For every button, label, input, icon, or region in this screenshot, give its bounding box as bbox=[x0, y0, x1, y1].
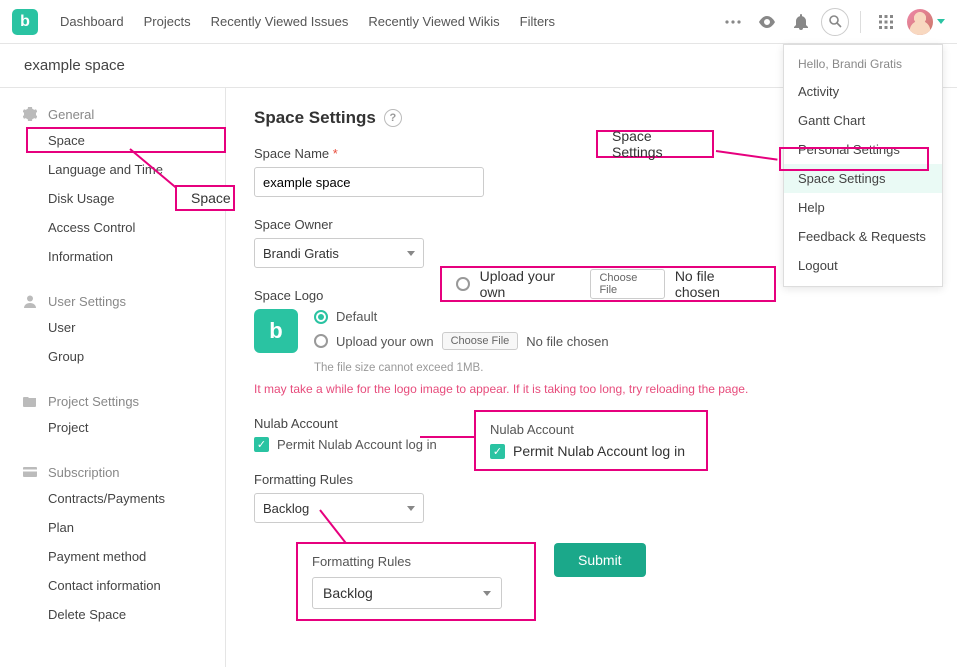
nav-recent-wikis[interactable]: Recently Viewed Wikis bbox=[358, 14, 509, 29]
nulab-checkbox[interactable]: ✓ bbox=[254, 437, 269, 452]
formatting-select[interactable]: Backlog bbox=[254, 493, 424, 523]
sidebar-item-language[interactable]: Language and Time bbox=[0, 155, 225, 184]
sidebar-item-contact[interactable]: Contact information bbox=[0, 571, 225, 600]
space-owner-select[interactable]: Brandi Gratis bbox=[254, 238, 424, 268]
side-group-project: Project Settings bbox=[0, 389, 225, 413]
bell-icon[interactable] bbox=[787, 8, 815, 36]
help-icon[interactable]: ? bbox=[384, 109, 402, 127]
radio-upload[interactable] bbox=[314, 334, 328, 348]
side-group-general: General bbox=[0, 102, 225, 126]
sidebar-item-plan[interactable]: Plan bbox=[0, 513, 225, 542]
no-file-label: No file chosen bbox=[526, 334, 608, 349]
choose-file-button[interactable]: Choose File bbox=[442, 332, 519, 350]
callout-nulab: Nulab Account ✓ Permit Nulab Account log… bbox=[474, 410, 708, 471]
formatting-label: Formatting Rules bbox=[254, 472, 929, 487]
user-icon bbox=[22, 293, 38, 309]
side-group-user: User Settings bbox=[0, 289, 225, 313]
more-icon[interactable] bbox=[719, 8, 747, 36]
card-icon bbox=[22, 464, 38, 480]
sidebar-item-payment[interactable]: Payment method bbox=[0, 542, 225, 571]
sidebar-item-disk[interactable]: Disk Usage bbox=[0, 184, 225, 213]
user-menu: Hello, Brandi Gratis Activity Gantt Char… bbox=[783, 44, 943, 287]
menu-activity[interactable]: Activity bbox=[784, 77, 942, 106]
menu-space-settings[interactable]: Space Settings bbox=[784, 164, 942, 193]
menu-gantt[interactable]: Gantt Chart bbox=[784, 106, 942, 135]
sidebar-item-info[interactable]: Information bbox=[0, 242, 225, 271]
sidebar-item-access[interactable]: Access Control bbox=[0, 213, 225, 242]
watch-icon[interactable] bbox=[753, 8, 781, 36]
top-nav: b Dashboard Projects Recently Viewed Iss… bbox=[0, 0, 957, 44]
sidebar-item-space[interactable]: Space bbox=[0, 126, 225, 155]
chevron-down-icon bbox=[407, 506, 415, 511]
radio-default[interactable] bbox=[314, 310, 328, 324]
sidebar-item-contracts[interactable]: Contracts/Payments bbox=[0, 484, 225, 513]
app-logo[interactable]: b bbox=[12, 9, 38, 35]
nav-dashboard[interactable]: Dashboard bbox=[50, 14, 134, 29]
gear-icon bbox=[22, 106, 38, 122]
sidebar: General Space Language and Time Disk Usa… bbox=[0, 88, 226, 667]
side-group-subscription: Subscription bbox=[0, 460, 225, 484]
space-name-input[interactable] bbox=[254, 167, 484, 197]
menu-logout[interactable]: Logout bbox=[784, 251, 942, 280]
menu-feedback[interactable]: Feedback & Requests bbox=[784, 222, 942, 251]
menu-personal-settings[interactable]: Personal Settings bbox=[784, 135, 942, 164]
callout-formatting: Formatting Rules Backlog bbox=[296, 542, 536, 621]
user-menu-greeting: Hello, Brandi Gratis bbox=[784, 51, 942, 77]
space-title: example space bbox=[24, 57, 125, 74]
apps-icon[interactable] bbox=[872, 8, 900, 36]
file-size-hint: The file size cannot exceed 1MB. bbox=[314, 362, 609, 374]
radio-default-label: Default bbox=[336, 309, 377, 324]
logo-warning: It may take a while for the logo image t… bbox=[254, 382, 929, 396]
nav-recent-issues[interactable]: Recently Viewed Issues bbox=[201, 14, 359, 29]
sidebar-item-project[interactable]: Project bbox=[0, 413, 225, 442]
menu-help[interactable]: Help bbox=[784, 193, 942, 222]
chevron-down-icon bbox=[483, 591, 491, 596]
logo-preview: b bbox=[254, 309, 298, 353]
sidebar-item-delete[interactable]: Delete Space bbox=[0, 600, 225, 629]
radio-upload-label: Upload your own bbox=[336, 334, 434, 349]
submit-button[interactable]: Submit bbox=[554, 543, 646, 577]
sidebar-item-group[interactable]: Group bbox=[0, 342, 225, 371]
nav-filters[interactable]: Filters bbox=[510, 14, 565, 29]
avatar[interactable] bbox=[907, 9, 933, 35]
user-menu-caret-icon[interactable] bbox=[937, 19, 945, 24]
callout-choose-file: Choose File bbox=[590, 269, 664, 299]
callout-upload: Upload your own Choose File No file chos… bbox=[440, 266, 776, 302]
folder-icon bbox=[22, 393, 38, 409]
nav-projects[interactable]: Projects bbox=[134, 14, 201, 29]
sidebar-item-user[interactable]: User bbox=[0, 313, 225, 342]
search-icon[interactable] bbox=[821, 8, 849, 36]
callout-nulab-checkbox: ✓ bbox=[490, 444, 505, 459]
chevron-down-icon bbox=[407, 251, 415, 256]
callout-radio-icon bbox=[456, 277, 470, 291]
nulab-permit-label: Permit Nulab Account log in bbox=[277, 437, 437, 452]
